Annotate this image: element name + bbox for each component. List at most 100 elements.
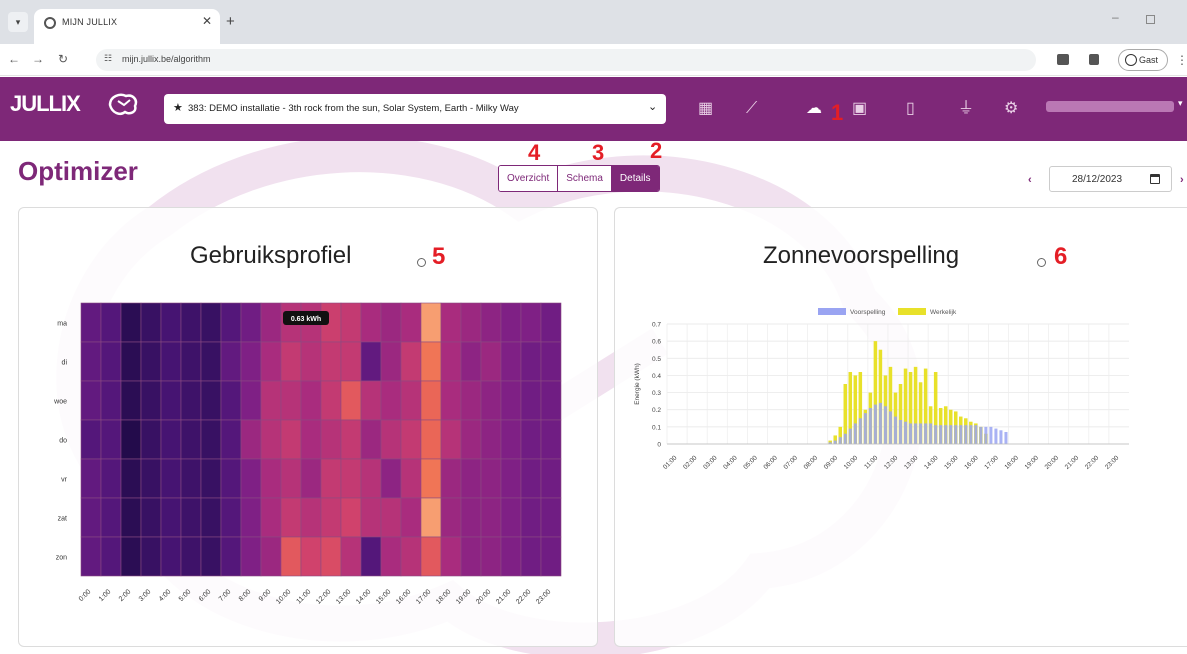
chart-icon[interactable]: ⟋: [746, 101, 757, 117]
gear-icon[interactable]: ⚙: [1004, 101, 1018, 117]
heatmap-cell: [500, 419, 522, 460]
heatmap-cell: [500, 302, 522, 343]
heatmap-column-label: 6:00: [198, 588, 213, 603]
solar-forecast-card: Zonnevoorspelling 6 Voorspelling Werkelij…: [614, 207, 1187, 647]
heatmap-cell: [100, 302, 122, 343]
heatmap-column-label: 23:00: [535, 588, 552, 605]
browser-tab-title: MIJN JULLIX: [62, 17, 118, 27]
x-tick-label: 20:00: [1044, 454, 1061, 471]
previous-day-icon[interactable]: ‹: [1028, 174, 1032, 186]
heatmap-cell: [220, 497, 242, 538]
new-tab-icon[interactable]: +: [226, 13, 235, 30]
heatmap-tooltip-text: 0.63 kWh: [291, 316, 321, 323]
guest-profile-button[interactable]: Gast: [1118, 49, 1168, 71]
heatmap-row-label: do: [59, 438, 67, 445]
tab-schema[interactable]: Schema: [558, 166, 612, 191]
app-header: JULLIX ★ 383: DEMO installatie - 3th roc…: [0, 77, 1187, 141]
heatmap-column-label: 15:00: [375, 588, 392, 605]
heatmap-row-label: woe: [53, 399, 67, 406]
calendar-icon[interactable]: [1150, 174, 1160, 184]
heatmap-cell: [140, 380, 162, 421]
tab-details[interactable]: Details: [611, 166, 659, 191]
brain-icon[interactable]: ☁: [806, 101, 822, 117]
url-text[interactable]: mijn.jullix.be/algorithm: [122, 54, 211, 64]
browser-tab[interactable]: MIJN JULLIX ✕: [34, 9, 220, 44]
battery-screen-icon[interactable]: ▣: [852, 101, 867, 117]
minimize-icon[interactable]: –: [1112, 10, 1119, 24]
heatmap-cell: [200, 419, 222, 460]
caret-down-icon[interactable]: ▾: [1178, 98, 1183, 109]
bar-voorspelling: [833, 440, 837, 444]
x-tick-label: 17:00: [983, 454, 1000, 471]
heatmap-cell: [460, 419, 482, 460]
heatmap-cell: [440, 419, 462, 460]
heatmap-cell: [160, 419, 182, 460]
heatmap-column-label: 21:00: [495, 588, 512, 605]
heatmap-cell: [500, 380, 522, 421]
forward-icon[interactable]: →: [32, 52, 44, 66]
heatmap-column-label: 2:00: [118, 588, 133, 603]
heatmap-cell: [360, 380, 382, 421]
maximize-icon[interactable]: [1146, 15, 1155, 24]
heatmap-cell: [280, 458, 302, 499]
bar-voorspelling: [883, 406, 887, 444]
heatmap-cell: [320, 341, 342, 382]
back-icon[interactable]: ←: [8, 52, 20, 66]
close-tab-icon[interactable]: ✕: [202, 14, 212, 28]
heatmap-cell: [460, 497, 482, 538]
heatmap-cell: [300, 497, 322, 538]
tab-overzicht[interactable]: Overzicht: [499, 166, 559, 191]
heatmap-cell: [200, 458, 222, 499]
next-day-icon[interactable]: ›: [1180, 174, 1184, 186]
bar-voorspelling: [974, 425, 978, 444]
heatmap-cell: [540, 341, 562, 382]
reload-icon[interactable]: ↻: [58, 52, 68, 66]
sidepanel-icon[interactable]: [1089, 54, 1099, 65]
plug-icon[interactable]: ⏚: [958, 101, 974, 117]
heatmap-cell: [160, 380, 182, 421]
heatmap-cell: [120, 497, 142, 538]
heatmap-cell: [300, 380, 322, 421]
heatmap-cell: [460, 380, 482, 421]
browser-menu-icon[interactable]: ⋮: [1176, 53, 1187, 67]
heatmap-cell: [460, 458, 482, 499]
heatmap-cell: [80, 380, 102, 421]
heatmap-cell: [400, 536, 422, 577]
heatmap-cell: [420, 341, 442, 382]
heatmap-cell: [320, 419, 342, 460]
usage-profile-card: Gebruiksprofiel 5 ma di woe do vr zat zon 0:00 1…: [18, 207, 598, 647]
heatmap-column-label: 19:00: [455, 588, 472, 605]
heatmap-cell: [260, 380, 282, 421]
heatmap-cell: [160, 341, 182, 382]
heatmap-column-label: 11:00: [295, 588, 312, 605]
heatmap-column-label: 12:00: [315, 588, 332, 605]
heatmap-cell: [500, 341, 522, 382]
heatmap-cell: [180, 302, 202, 343]
logo-brain-icon: [108, 93, 138, 115]
heatmap-cell: [420, 536, 442, 577]
translate-icon[interactable]: [1057, 54, 1069, 65]
installation-select[interactable]: ★ 383: DEMO installatie - 3th rock from …: [164, 94, 666, 124]
heatmap-cell: [480, 380, 502, 421]
heatmap-column-label: 14:00: [355, 588, 372, 605]
logo[interactable]: JULLIX: [10, 91, 81, 117]
user-menu[interactable]: [1046, 101, 1174, 112]
heatmap-cell: [260, 302, 282, 343]
heatmap-column-label: 3:00: [138, 588, 153, 603]
x-tick-label: 16:00: [963, 454, 980, 471]
heatmap-cell: [340, 497, 362, 538]
y-tick-label: 0.3: [652, 390, 661, 397]
view-tabs: Overzicht Schema Details: [498, 165, 660, 192]
x-tick-label: 19:00: [1024, 454, 1041, 471]
x-tick-label: 15:00: [943, 454, 960, 471]
site-info-icon[interactable]: ☷: [104, 53, 112, 64]
dashboard-icon[interactable]: ▦: [698, 101, 713, 117]
date-input[interactable]: 28/12/2023: [1049, 166, 1172, 192]
heatmap-cell: [460, 341, 482, 382]
heatmap-cell: [240, 419, 262, 460]
heatmap-row-label: ma: [57, 321, 67, 328]
heatmap-cell: [200, 536, 222, 577]
tab-list-chevron-icon[interactable]: ▾: [8, 12, 28, 32]
address-bar[interactable]: ☷ mijn.jullix.be/algorithm: [96, 49, 1036, 71]
ev-charger-icon[interactable]: ▯: [906, 101, 915, 117]
